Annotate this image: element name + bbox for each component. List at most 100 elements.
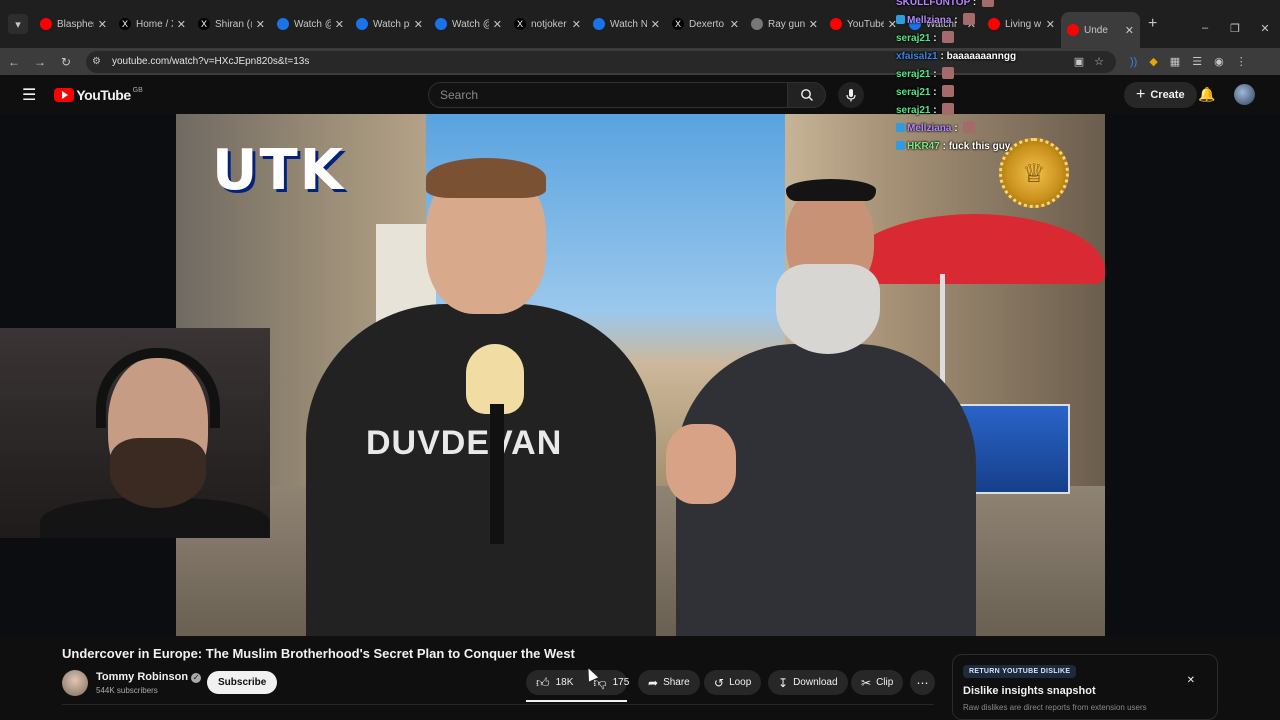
- tab-title: YouTube: [847, 18, 884, 30]
- tab-favicon-icon: X: [514, 18, 526, 30]
- scene-person-left: DUVDEVAN: [276, 154, 736, 636]
- youtube-logo[interactable]: YouTube GB: [54, 87, 143, 103]
- url-text: youtube.com/watch?v=HXcJEpn820s&t=13s: [112, 56, 310, 67]
- share-button[interactable]: ➦ Share: [638, 670, 700, 695]
- like-dislike-group: 👍︎ 18K 👎︎ 175: [526, 670, 629, 695]
- forward-icon[interactable]: →: [28, 55, 52, 69]
- chat-emote-icon: [963, 121, 976, 133]
- subscribe-button[interactable]: Subscribe: [207, 671, 278, 694]
- video-player[interactable]: DUVDEVAN UTK ♕: [0, 114, 1280, 636]
- stream-chat-overlay: SKULLFUNTOP : Mellziana : seraj21 : xfai…: [896, 0, 1096, 156]
- browser-tab[interactable]: Ray gun ✕: [745, 8, 824, 40]
- rtyd-close-icon[interactable]: ✕: [1187, 675, 1195, 686]
- tab-close-icon[interactable]: ✕: [572, 18, 581, 31]
- voice-search-button[interactable]: [838, 82, 864, 108]
- tab-favicon-icon: [40, 18, 52, 30]
- search-button[interactable]: [788, 82, 826, 108]
- chat-text: fuck this guy: [948, 141, 1011, 152]
- create-button[interactable]: + Create: [1124, 82, 1197, 108]
- headset-icon: [96, 348, 220, 428]
- rtyd-tag: RETURN YOUTUBE DISLIKE: [963, 665, 1077, 678]
- tab-close-icon[interactable]: ✕: [493, 18, 502, 31]
- tab-close-icon[interactable]: ✕: [809, 18, 818, 31]
- chat-emote-icon: [981, 0, 994, 7]
- reading-list-icon[interactable]: ☰: [1192, 55, 1202, 68]
- chat-separator: :: [951, 15, 961, 26]
- tab-close-icon[interactable]: ✕: [335, 18, 344, 31]
- chat-emote-icon: [942, 103, 955, 115]
- tab-close-icon[interactable]: ✕: [1125, 24, 1134, 37]
- channel-avatar[interactable]: [62, 670, 88, 696]
- search-input[interactable]: Search: [428, 82, 788, 108]
- profile-icon[interactable]: ◉: [1214, 55, 1224, 68]
- scene-person-right: [676, 174, 976, 636]
- youtube-play-icon: [54, 88, 75, 102]
- chat-emote-icon: [942, 31, 955, 43]
- browser-tab[interactable]: Blasphem ✕: [34, 8, 113, 40]
- scene-person-left-hair: [426, 158, 546, 198]
- chat-separator: :: [951, 123, 961, 134]
- tab-search-icon[interactable]: ▾: [8, 14, 28, 34]
- microphone-icon: [846, 89, 856, 102]
- close-window-icon[interactable]: ✕: [1250, 22, 1280, 35]
- chat-message: seraj21 :: [896, 84, 1096, 102]
- chat-username: SKULLFUNTOP: [896, 0, 971, 8]
- extension-icon[interactable]: )): [1130, 56, 1137, 68]
- tab-close-icon[interactable]: ✕: [730, 18, 739, 31]
- chat-separator: :: [930, 105, 940, 116]
- reload-icon[interactable]: ↻: [54, 55, 78, 69]
- browser-menu-icon[interactable]: ⋮: [1236, 55, 1247, 68]
- browser-tab[interactable]: Xnotjoker ✕: [508, 8, 587, 40]
- account-avatar[interactable]: [1234, 84, 1255, 105]
- info-divider: [62, 704, 934, 705]
- restore-icon[interactable]: ❐: [1220, 22, 1250, 35]
- tab-close-icon[interactable]: ✕: [651, 18, 660, 31]
- tab-close-icon[interactable]: ✕: [256, 18, 265, 31]
- browser-tab[interactable]: Watch @ ✕: [271, 8, 350, 40]
- extension-icon[interactable]: ◆: [1149, 55, 1157, 68]
- scene-person-right-beard: [776, 264, 880, 354]
- tab-close-icon[interactable]: ✕: [414, 18, 423, 31]
- browser-tab[interactable]: X Dexerto ✕: [666, 8, 745, 40]
- chat-username: seraj21: [896, 33, 931, 44]
- minimize-icon[interactable]: –: [1190, 22, 1220, 35]
- browser-tab[interactable]: Watch N ✕: [587, 8, 666, 40]
- loop-button[interactable]: ↺ Loop: [704, 670, 762, 695]
- chat-separator: :: [930, 69, 940, 80]
- tab-close-icon[interactable]: ✕: [177, 18, 186, 31]
- chat-message: Mellziana :: [896, 120, 1096, 138]
- like-button[interactable]: 👍︎ 18K: [526, 670, 583, 695]
- video-title: Undercover in Europe: The Muslim Brother…: [62, 646, 575, 661]
- back-icon[interactable]: ←: [2, 55, 26, 69]
- video-frame[interactable]: DUVDEVAN UTK ♕: [176, 114, 1105, 636]
- download-button[interactable]: ↧ Download: [768, 670, 848, 695]
- tab-favicon-icon: X: [119, 18, 131, 30]
- more-actions-icon[interactable]: ⋯: [910, 670, 935, 695]
- tab-title: Watch @: [452, 18, 489, 30]
- browser-tab[interactable]: X Shiran (@ ✕: [192, 8, 271, 40]
- notifications-bell-icon[interactable]: 🔔: [1198, 86, 1215, 103]
- tab-close-icon[interactable]: ✕: [98, 18, 107, 31]
- browser-tab[interactable]: Watch pl ✕: [350, 8, 429, 40]
- tab-title: Home / X: [136, 18, 173, 30]
- new-tab-icon[interactable]: +: [1148, 15, 1157, 33]
- share-arrow-icon: ➦: [648, 675, 659, 690]
- chat-emote-icon: [942, 67, 955, 79]
- chat-separator: :: [937, 51, 947, 62]
- channel-name[interactable]: Tommy Robinson ✓: [96, 671, 202, 683]
- tab-favicon-icon: [751, 18, 763, 30]
- download-icon: ↧: [778, 675, 789, 690]
- browser-tab[interactable]: YouTube ✕: [824, 8, 903, 40]
- create-label: Create: [1150, 89, 1185, 101]
- hamburger-menu-icon[interactable]: ☰: [22, 85, 36, 105]
- chat-message: seraj21 :: [896, 102, 1096, 120]
- browser-tab[interactable]: Watch @ ✕: [429, 8, 508, 40]
- chat-message: seraj21 :: [896, 66, 1096, 84]
- webcam-beard: [110, 438, 206, 508]
- browser-tab[interactable]: X Home / X ✕: [113, 8, 192, 40]
- window-controls: – ❐ ✕: [1190, 22, 1280, 35]
- extensions-puzzle-icon[interactable]: ▦: [1170, 55, 1180, 68]
- site-settings-icon[interactable]: ⚙: [92, 56, 106, 67]
- clip-button[interactable]: ✂ Clip: [851, 670, 904, 695]
- scene-person-right-kippah: [786, 179, 876, 201]
